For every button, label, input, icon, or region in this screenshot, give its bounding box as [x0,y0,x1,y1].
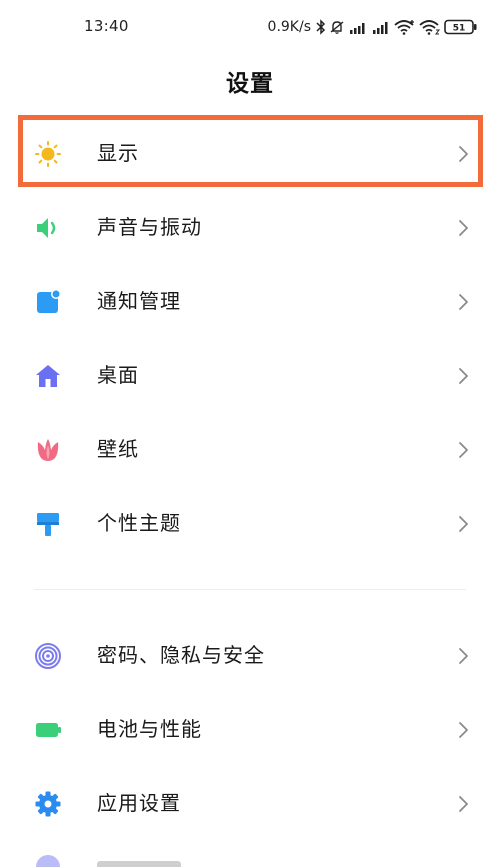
chevron-right-icon [459,220,468,236]
gear-icon [34,790,62,818]
chevron-right-icon [459,796,468,812]
settings-item-label: 显示 [97,141,139,165]
network-speed: 0.9K/s [267,19,311,35]
status-bar: 13:40 0.9K/s 51 [0,0,500,52]
settings-item-display[interactable]: 显示 [0,116,500,190]
settings-item-label: 声音与振动 [97,215,202,239]
settings-item-sound-vibration[interactable]: 声音与振动 [0,190,500,264]
speaker-icon [34,214,62,242]
battery-level: 51 [453,24,466,34]
chevron-right-icon [459,722,468,738]
wifi-icon [419,19,441,35]
settings-item-wallpaper[interactable]: 壁纸 [0,412,500,486]
partial-row-content [36,855,181,867]
home-icon [34,362,62,390]
page-title: 设置 [226,71,274,97]
settings-item-label: 电池与性能 [97,717,202,741]
settings-item-label: 密码、隐私与安全 [97,643,265,667]
wifi-plus-icon [394,19,416,35]
fingerprint-icon [34,642,62,670]
battery-status-icon: 51 [444,19,478,35]
hd-signal-icon [348,19,368,35]
settings-item-battery-performance[interactable]: 电池与性能 [0,692,500,766]
settings-item-partial[interactable] [0,852,500,867]
settings-item-label: 通知管理 [97,289,181,313]
status-time: 13:40 [84,17,129,35]
mute-bell-icon [329,19,345,35]
signal-icon [371,19,391,35]
chevron-right-icon [459,648,468,664]
settings-item-notifications[interactable]: 通知管理 [0,264,500,338]
chevron-right-icon [459,516,468,532]
settings-item-label: 壁纸 [97,437,139,461]
notification-icon [34,288,62,316]
settings-item-password-privacy-security[interactable]: 密码、隐私与安全 [0,618,500,692]
battery-icon [34,716,62,744]
chevron-right-icon [459,294,468,310]
tulip-icon [34,436,62,464]
settings-item-label: 应用设置 [97,791,181,815]
paint-roller-icon [34,510,62,538]
chevron-right-icon [459,368,468,384]
chevron-right-icon [459,442,468,458]
chevron-right-icon [459,146,468,162]
section-divider [34,589,466,590]
settings-item-themes[interactable]: 个性主题 [0,486,500,560]
settings-item-label: 个性主题 [97,511,181,535]
settings-item-desktop[interactable]: 桌面 [0,338,500,412]
settings-item-app-settings[interactable]: 应用设置 [0,766,500,840]
status-icons: 0.9K/s 51 [268,16,478,38]
bluetooth-icon [316,19,326,35]
sun-icon [34,140,62,168]
settings-item-label: 桌面 [97,363,139,387]
